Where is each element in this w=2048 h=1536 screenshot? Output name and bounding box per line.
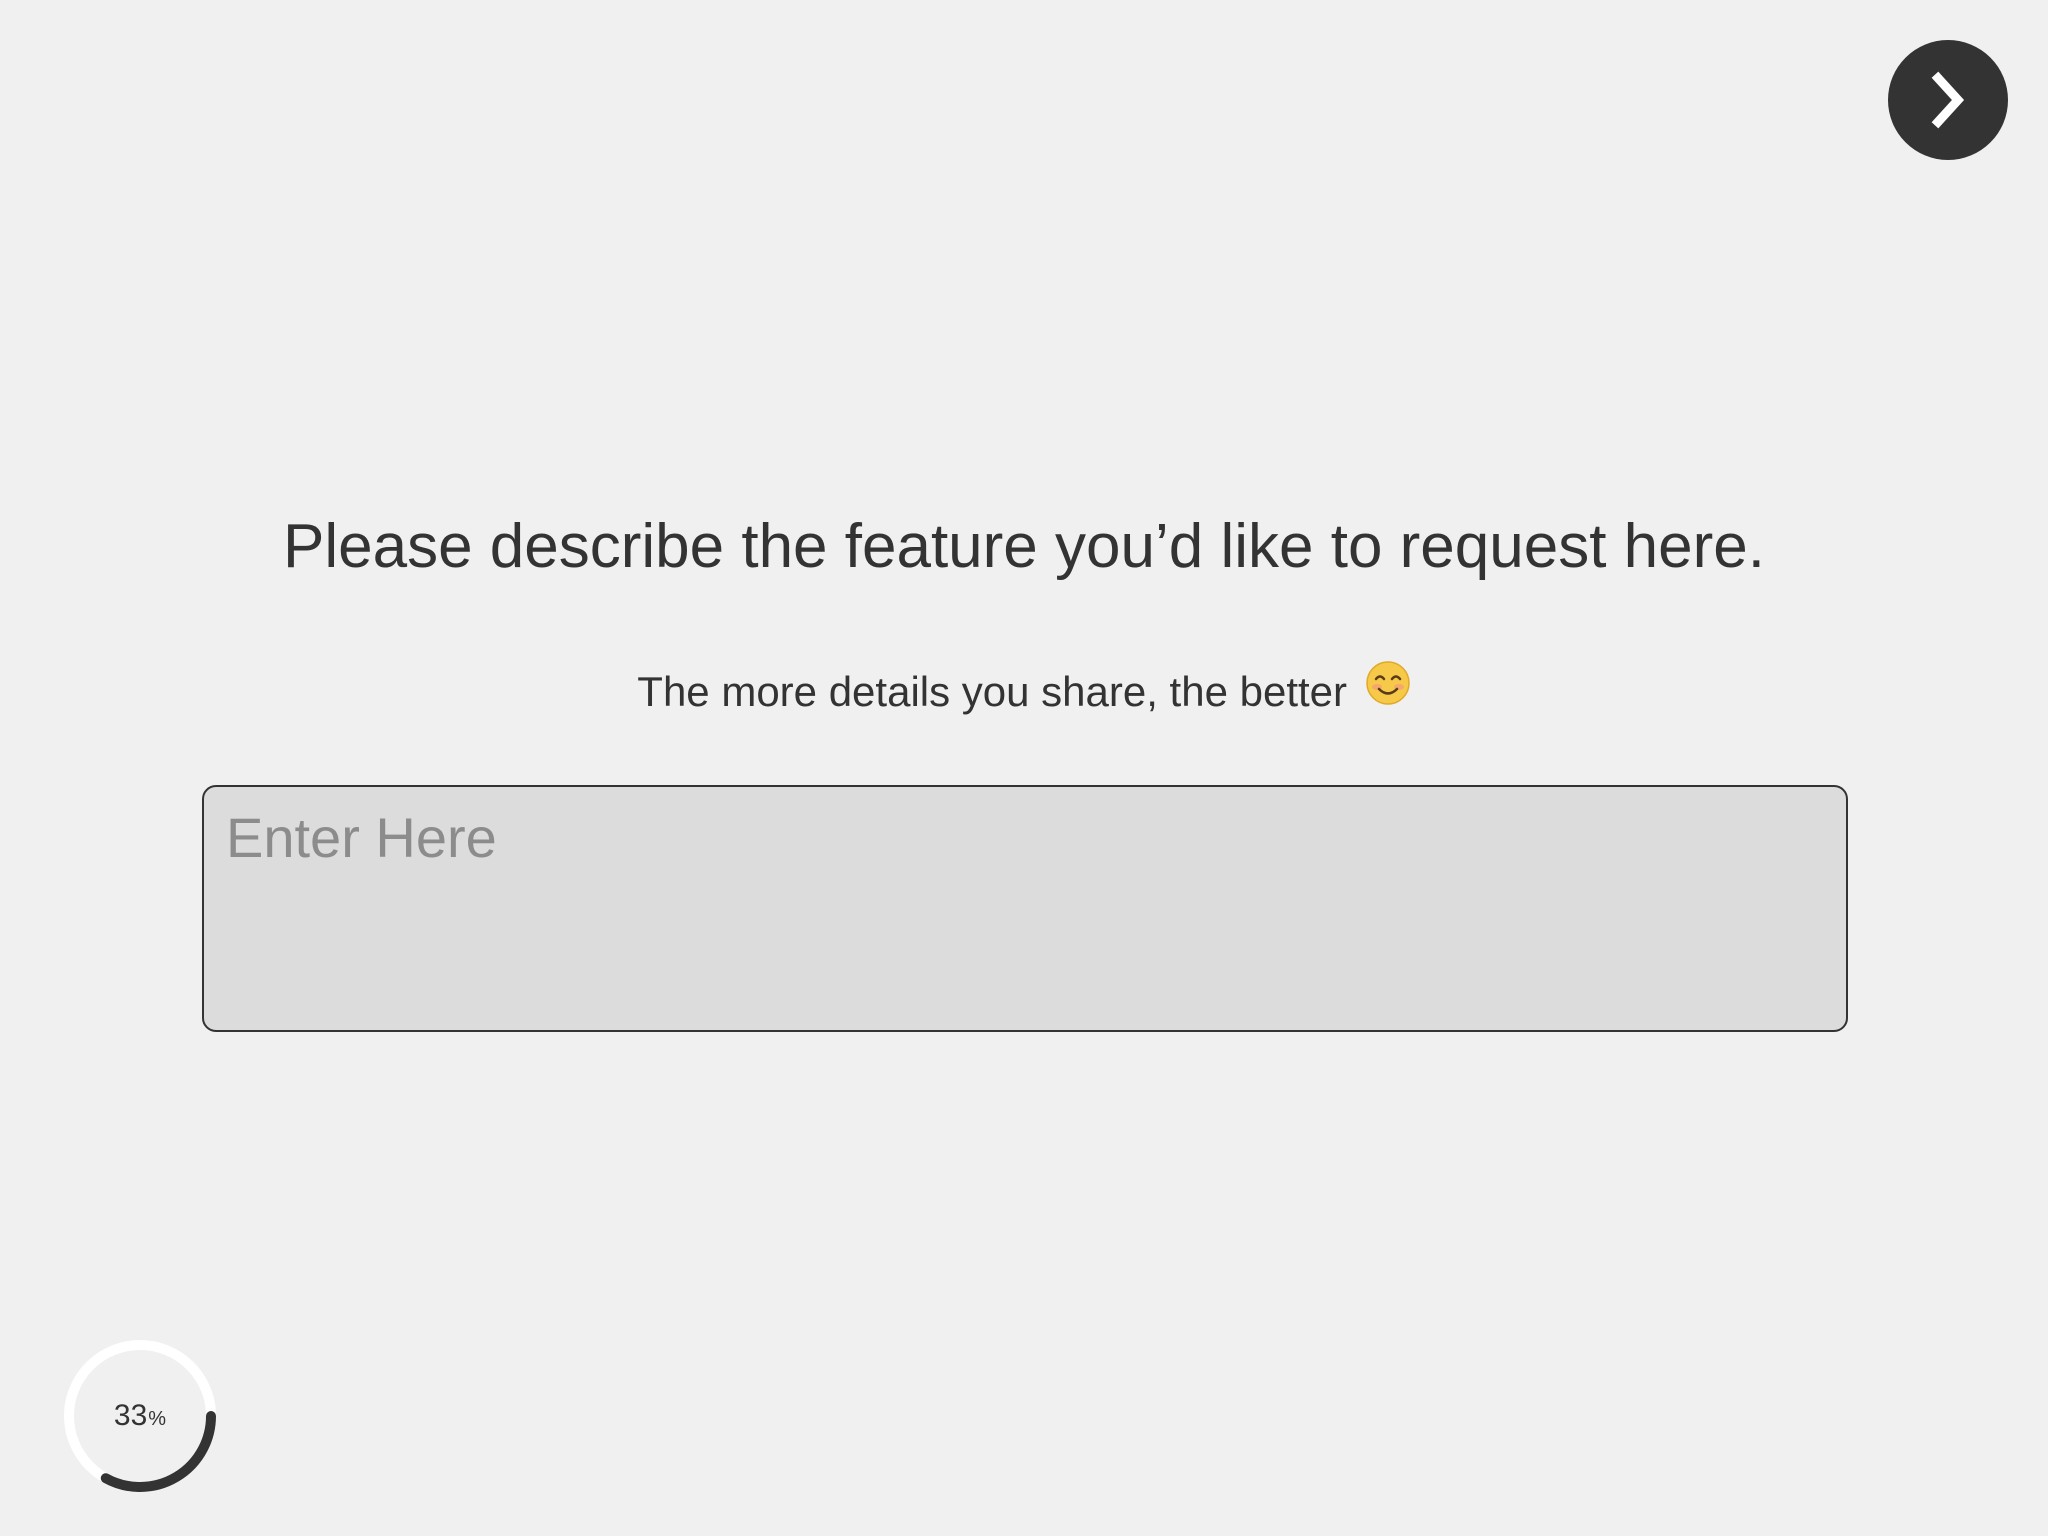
smiling-face-emoji-icon bbox=[1365, 660, 1411, 722]
next-button[interactable] bbox=[1888, 40, 2008, 160]
question-title: Please describe the feature you’d like t… bbox=[282, 512, 1765, 581]
question-subtitle: The more details you share, the better bbox=[0, 660, 2048, 726]
progress-value: 33 bbox=[113, 1399, 148, 1432]
question-subtitle-text: The more details you share, the better bbox=[637, 668, 1348, 715]
progress-label: 33% bbox=[62, 1338, 218, 1494]
chevron-right-icon bbox=[1931, 71, 1965, 129]
answer-textarea[interactable] bbox=[202, 785, 1848, 1032]
progress-unit: % bbox=[148, 1407, 167, 1430]
